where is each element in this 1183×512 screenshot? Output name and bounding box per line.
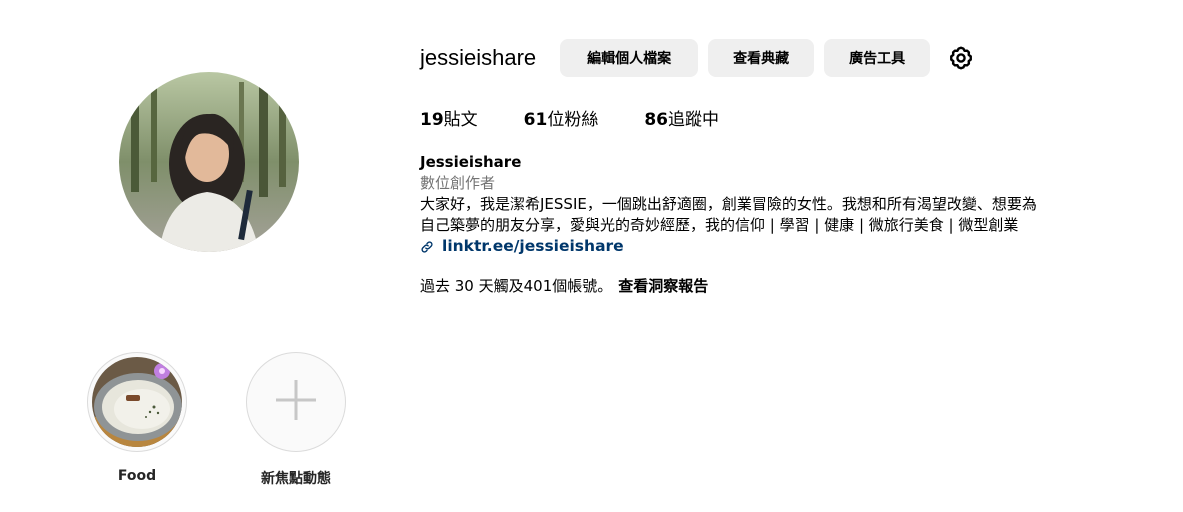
- highlight-food-ring[interactable]: [87, 352, 187, 452]
- view-archive-button[interactable]: 查看典藏: [708, 39, 815, 77]
- following-stat[interactable]: 86追蹤中: [644, 105, 719, 130]
- profile-photo-icon: [119, 72, 299, 252]
- followers-count: 61: [523, 110, 548, 130]
- highlight-new-label: 新焦點動態: [261, 471, 331, 487]
- username: jessieishare: [420, 45, 537, 70]
- reach-text: 過去 30 天觸及401個帳號。: [420, 277, 613, 295]
- profile-avatar[interactable]: [119, 72, 299, 252]
- profile-header: jessieishare 編輯個人檔案 查看典藏 廣告工具: [420, 38, 976, 78]
- bio-link[interactable]: linktr.ee/jessieishare: [420, 236, 1170, 257]
- bio-text: 大家好，我是潔希JESSIE，一個跳出舒適圈，創業冒險的女性。我想和所有渴望改變…: [420, 195, 1037, 234]
- following-label: 追蹤中: [668, 110, 720, 130]
- plus-icon: [274, 378, 318, 427]
- posts-stat[interactable]: 19貼文: [420, 105, 478, 130]
- food-thumbnail-icon: [92, 357, 182, 447]
- display-name: Jessieishare: [420, 153, 522, 171]
- profile-page: jessieishare 編輯個人檔案 查看典藏 廣告工具 19貼文 61位粉絲…: [0, 0, 1183, 512]
- profile-stats: 19貼文 61位粉絲 86追蹤中: [420, 105, 765, 130]
- link-icon: [420, 240, 434, 254]
- posts-count: 19: [420, 110, 444, 130]
- view-insights-link[interactable]: 查看洞察報告: [618, 277, 708, 295]
- edit-profile-button[interactable]: 編輯個人檔案: [560, 39, 699, 77]
- followers-stat[interactable]: 61位粉絲: [524, 105, 599, 130]
- reach-summary: 過去 30 天觸及401個帳號。 查看洞察報告: [420, 275, 708, 296]
- highlight-food-label: Food: [117, 468, 157, 484]
- posts-label: 貼文: [443, 110, 478, 130]
- highlight-food[interactable]: Food: [86, 352, 188, 484]
- new-highlight-button[interactable]: [246, 352, 346, 452]
- followers-label: 位粉絲: [547, 110, 599, 130]
- gear-icon[interactable]: [946, 43, 976, 73]
- profile-category: 數位創作者: [420, 174, 496, 192]
- ad-tools-button[interactable]: 廣告工具: [824, 39, 931, 77]
- highlight-new[interactable]: 新焦點動態: [245, 352, 347, 488]
- profile-bio: Jessieishare 數位創作者 大家好，我是潔希JESSIE，一個跳出舒適…: [420, 152, 1170, 257]
- following-count: 86: [644, 110, 669, 130]
- bio-link-text: linktr.ee/jessieishare: [442, 237, 624, 255]
